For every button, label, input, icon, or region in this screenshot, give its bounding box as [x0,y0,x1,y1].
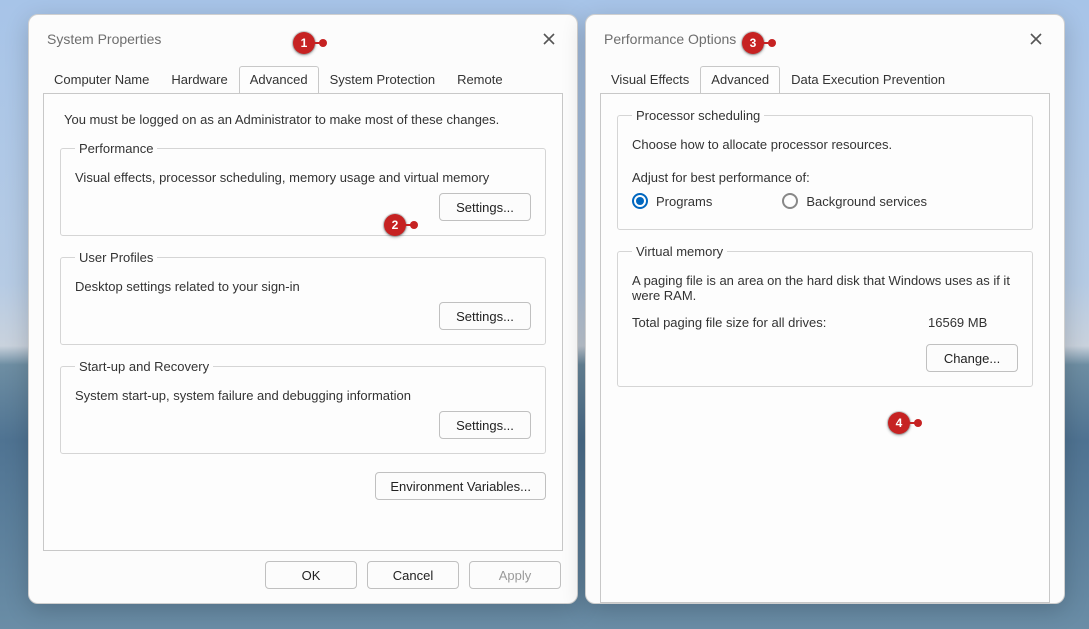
user-profiles-desc: Desktop settings related to your sign-in [75,279,531,294]
radio-background-label: Background services [806,194,927,209]
startup-recovery-settings-button[interactable]: Settings... [439,411,531,439]
virtual-memory-legend: Virtual memory [632,244,727,259]
user-profiles-group: User Profiles Desktop settings related t… [60,250,546,345]
annotation-badge-3: 3 [742,32,764,54]
tab-advanced[interactable]: Advanced [700,66,780,93]
radio-icon [782,193,798,209]
paging-total-value: 16569 MB [928,315,1018,330]
tab-dep[interactable]: Data Execution Prevention [780,66,956,93]
titlebar: Performance Options [586,15,1064,59]
processor-scheduling-legend: Processor scheduling [632,108,764,123]
tab-system-protection[interactable]: System Protection [319,66,447,93]
performance-settings-button[interactable]: Settings... [439,193,531,221]
annotation-badge-4: 4 [888,412,910,434]
ok-button[interactable]: OK [265,561,357,589]
close-button[interactable] [1022,25,1050,53]
annotation-badge-1: 1 [293,32,315,54]
cancel-button[interactable]: Cancel [367,561,459,589]
adjust-performance-label: Adjust for best performance of: [632,170,1018,185]
dialog-button-bar: OK Cancel Apply [29,551,577,603]
performance-legend: Performance [75,141,157,156]
radio-programs-label: Programs [656,194,712,209]
startup-recovery-desc: System start-up, system failure and debu… [75,388,531,403]
virtual-memory-group: Virtual memory A paging file is an area … [617,244,1033,387]
admin-notice: You must be logged on as an Administrato… [64,112,546,127]
radio-background-services[interactable]: Background services [782,193,927,209]
window-title: System Properties [47,31,161,47]
user-profiles-legend: User Profiles [75,250,157,265]
tab-hardware[interactable]: Hardware [160,66,238,93]
tab-computer-name[interactable]: Computer Name [43,66,160,93]
close-icon [1030,33,1042,45]
tabpage-advanced: Processor scheduling Choose how to alloc… [600,93,1050,603]
tabpage-advanced: You must be logged on as an Administrato… [43,93,563,551]
system-properties-dialog: System Properties Computer Name Hardware… [28,14,578,604]
paging-total-label: Total paging file size for all drives: [632,315,898,330]
performance-group: Performance Visual effects, processor sc… [60,141,546,236]
startup-recovery-group: Start-up and Recovery System start-up, s… [60,359,546,454]
tab-visual-effects[interactable]: Visual Effects [600,66,700,93]
tab-advanced[interactable]: Advanced [239,66,319,93]
radio-icon [632,193,648,209]
annotation-badge-2: 2 [384,214,406,236]
environment-variables-button[interactable]: Environment Variables... [375,472,546,500]
performance-options-dialog: Performance Options Visual Effects Advan… [585,14,1065,604]
performance-desc: Visual effects, processor scheduling, me… [75,170,531,185]
tabstrip: Visual Effects Advanced Data Execution P… [586,65,1064,93]
tabstrip: Computer Name Hardware Advanced System P… [29,65,577,93]
desktop-background: System Properties Computer Name Hardware… [0,0,1089,629]
processor-scheduling-group: Processor scheduling Choose how to alloc… [617,108,1033,230]
close-button[interactable] [535,25,563,53]
virtual-memory-change-button[interactable]: Change... [926,344,1018,372]
tab-remote[interactable]: Remote [446,66,514,93]
apply-button[interactable]: Apply [469,561,561,589]
user-profiles-settings-button[interactable]: Settings... [439,302,531,330]
startup-recovery-legend: Start-up and Recovery [75,359,213,374]
radio-programs[interactable]: Programs [632,193,712,209]
close-icon [543,33,555,45]
window-title: Performance Options [604,31,736,47]
virtual-memory-desc: A paging file is an area on the hard dis… [632,273,1018,303]
processor-scheduling-desc: Choose how to allocate processor resourc… [632,137,1018,152]
